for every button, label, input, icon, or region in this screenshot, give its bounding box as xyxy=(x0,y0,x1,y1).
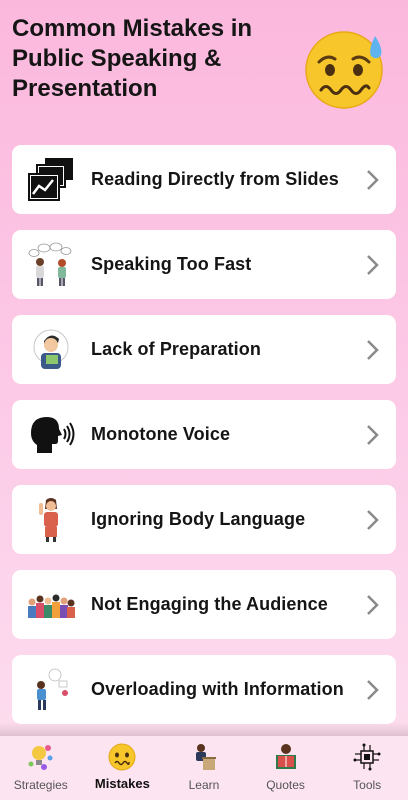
slides-chart-icon xyxy=(26,157,76,202)
mistake-card-engaging-audience[interactable]: Not Engaging the Audience xyxy=(12,570,396,639)
chevron-right-icon xyxy=(367,680,379,700)
anxious-face-icon xyxy=(108,743,136,771)
mistake-label: Overloading with Information xyxy=(91,679,344,699)
chevron-right-icon xyxy=(367,255,379,275)
audience-crowd-illustration-icon xyxy=(26,582,76,627)
nav-label: Mistakes xyxy=(94,776,150,791)
bottom-navigation: Strategies Mistakes Learn Quotes Tools xyxy=(0,736,408,800)
mistake-card-body-language[interactable]: Ignoring Body Language xyxy=(12,485,396,554)
mistake-label: Speaking Too Fast xyxy=(91,254,252,274)
gesturing-woman-illustration-icon xyxy=(26,497,76,542)
chevron-right-icon xyxy=(367,425,379,445)
page-title: Common Mistakes in Public Speaking & Pre… xyxy=(12,15,253,102)
teacher-podium-icon xyxy=(195,744,216,770)
book-reader-icon xyxy=(275,744,296,769)
nav-item-quotes[interactable]: Quotes xyxy=(245,736,327,800)
mistake-card-reading-slides[interactable]: Reading Directly from Slides xyxy=(12,145,396,214)
chevron-right-icon xyxy=(367,510,379,530)
mistake-label: Ignoring Body Language xyxy=(91,509,306,529)
chevron-right-icon xyxy=(367,170,379,190)
lightbulb-ideas-icon xyxy=(28,745,53,770)
unprepared-student-illustration-icon xyxy=(26,327,76,372)
chevron-right-icon xyxy=(367,595,379,615)
mistake-card-overloading-info[interactable]: Overloading with Information xyxy=(12,655,396,724)
mistake-card-monotone-voice[interactable]: Monotone Voice xyxy=(12,400,396,469)
nav-label: Quotes xyxy=(266,778,305,792)
nav-item-learn[interactable]: Learn xyxy=(163,736,245,800)
mistakes-list: Reading Directly from Slides Speaking To… xyxy=(12,145,396,740)
mistake-label: Reading Directly from Slides xyxy=(91,169,339,189)
nav-item-mistakes[interactable]: Mistakes xyxy=(82,736,164,800)
fast-speakers-illustration-icon xyxy=(26,242,76,287)
speaking-head-icon xyxy=(26,412,76,457)
mistake-card-speaking-fast[interactable]: Speaking Too Fast xyxy=(12,230,396,299)
nav-label: Learn xyxy=(188,778,220,792)
mistake-label: Not Engaging the Audience xyxy=(91,594,328,614)
header: Common Mistakes in Public Speaking & Pre… xyxy=(0,0,408,140)
nav-item-tools[interactable]: Tools xyxy=(326,736,408,800)
nav-item-strategies[interactable]: Strategies xyxy=(0,736,82,800)
mistake-label: Monotone Voice xyxy=(91,424,231,444)
overloaded-person-illustration-icon xyxy=(26,667,76,712)
mistake-card-lack-preparation[interactable]: Lack of Preparation xyxy=(12,315,396,384)
chevron-right-icon xyxy=(367,340,379,360)
ai-chip-icon xyxy=(353,743,381,771)
nav-label: Strategies xyxy=(13,778,68,792)
nav-label: Tools xyxy=(353,778,382,792)
mistake-label: Lack of Preparation xyxy=(91,339,261,359)
anxious-face-emoji-icon xyxy=(305,31,383,109)
